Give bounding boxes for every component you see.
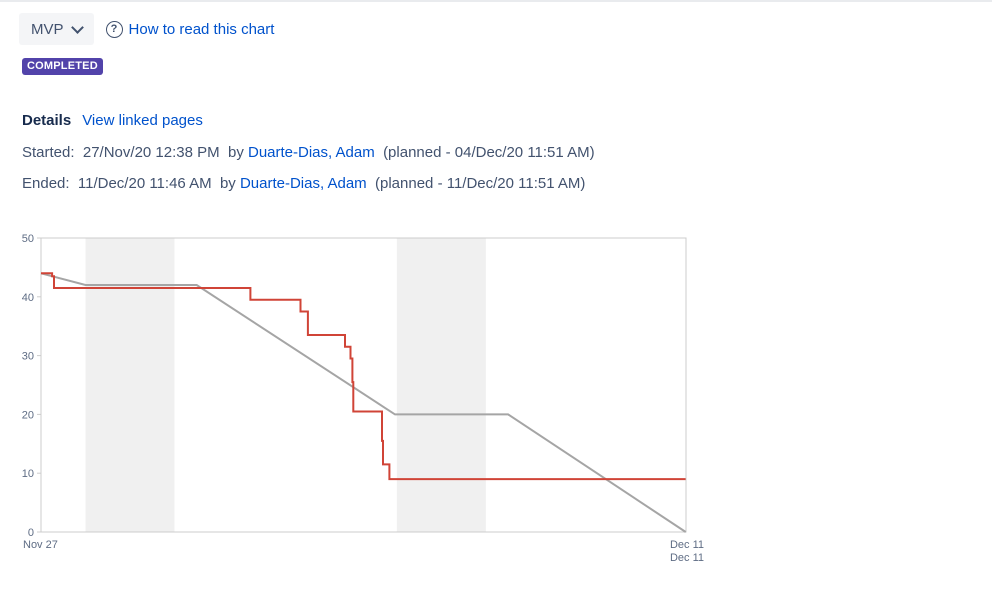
chart-header: MVP ? How to read this chart <box>19 13 274 45</box>
question-circle-icon: ? <box>105 20 123 38</box>
non-working-band-1 <box>396 238 486 532</box>
started-date: 27/Nov/20 12:38 PM <box>82 144 220 161</box>
details-header: Details View linked pages <box>22 112 203 129</box>
ended-label: Ended: <box>22 175 70 192</box>
ended-line: Ended: 11/Dec/20 11:46 AM by Duarte-Dias… <box>22 175 585 192</box>
sprint-select[interactable]: MVP <box>19 13 94 45</box>
ended-by-label: by <box>219 175 236 192</box>
sprint-select-value: MVP <box>31 20 64 38</box>
y-tick-label: 20 <box>22 409 34 421</box>
y-tick-label: 0 <box>28 527 34 539</box>
top-divider <box>0 0 992 2</box>
x-tick-label-end: Dec 11 <box>670 539 704 551</box>
how-to-read-label: How to read this chart <box>128 20 275 38</box>
status-badge: COMPLETED <box>22 58 103 75</box>
y-tick-label: 30 <box>22 351 34 363</box>
non-working-band-0 <box>85 238 175 532</box>
started-by-label: by <box>227 144 244 161</box>
chart-svg: 0 10 20 30 40 50 Nov 27 Dec 11Dec 11 <box>22 233 704 564</box>
started-label: Started: <box>22 144 75 161</box>
started-planned: (planned - 04/Dec/20 11:51 AM) <box>383 144 595 161</box>
how-to-read-link[interactable]: ? How to read this chart <box>105 20 275 38</box>
details-label: Details <box>22 112 72 129</box>
ended-planned: (planned - 11/Dec/20 11:51 AM) <box>375 175 586 192</box>
burndown-chart: 0 10 20 30 40 50 Nov 27 Dec 11 Dec 11 <box>0 226 720 576</box>
y-tick-label: 10 <box>22 468 34 480</box>
y-tick-label: 40 <box>22 292 34 304</box>
chevron-down-icon <box>70 20 84 34</box>
ended-date: 11/Dec/20 11:46 AM <box>77 175 212 192</box>
view-linked-pages-link[interactable]: View linked pages <box>82 112 203 129</box>
y-tick-label: 50 <box>22 233 34 245</box>
started-by-user-link[interactable]: Duarte-Dias, Adam <box>248 144 375 161</box>
x-tick-label-start: Nov 27 <box>23 539 58 551</box>
ended-by-user-link[interactable]: Duarte-Dias, Adam <box>240 175 367 192</box>
started-line: Started: 27/Nov/20 12:38 PM by Duarte-Di… <box>22 144 595 161</box>
x-tick-sublabel-end: Dec 11 <box>670 552 704 564</box>
